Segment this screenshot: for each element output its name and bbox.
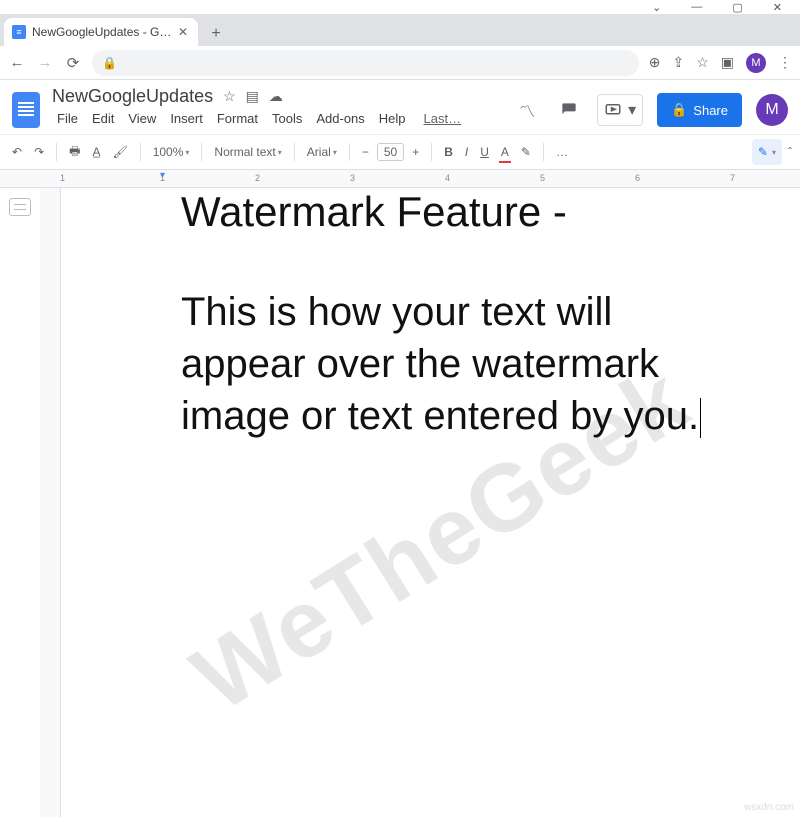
more-tools-button[interactable]: … xyxy=(552,143,572,161)
cloud-saved-icon[interactable]: ☁ xyxy=(269,88,283,105)
menu-file[interactable]: File xyxy=(52,109,83,128)
activity-icon[interactable]: 〽 xyxy=(513,96,541,124)
spellcheck-button[interactable]: A̲ xyxy=(88,143,104,161)
bold-button[interactable]: B xyxy=(440,143,457,161)
menu-insert[interactable]: Insert xyxy=(165,109,208,128)
underline-button[interactable]: U xyxy=(476,143,493,161)
share-label: Share xyxy=(693,103,728,118)
ruler-tick: 2 xyxy=(255,173,260,183)
text-color-button[interactable]: A xyxy=(497,143,513,161)
docs-header: NewGoogleUpdates ☆ ▤ ☁ File Edit View In… xyxy=(0,80,800,134)
ruler-tick: 3 xyxy=(350,173,355,183)
doc-heading[interactable]: Watermark Feature - xyxy=(181,188,720,236)
fontsize-increase[interactable]: + xyxy=(408,143,423,161)
print-button[interactable]: 🖶 xyxy=(65,140,84,165)
window-controls: ⌄ — ▢ ✕ xyxy=(0,0,800,14)
forward-button[interactable]: → xyxy=(36,54,54,71)
tab-close-icon[interactable]: ✕ xyxy=(178,25,188,39)
zoom-icon[interactable]: ⊕ xyxy=(649,54,661,71)
lock-icon: 🔒 xyxy=(671,102,687,118)
address-bar: ← → ⟳ 🔒 ⊕ ⇪ ☆ ▣ M ⋮ xyxy=(0,46,800,80)
star-icon[interactable]: ☆ xyxy=(696,54,709,71)
menu-view[interactable]: View xyxy=(123,109,161,128)
left-rail xyxy=(0,188,40,817)
maximize-icon[interactable]: ▢ xyxy=(732,1,742,14)
header-actions: 〽 ▾ 🔒 Share M xyxy=(513,86,788,134)
pencil-icon: ✎ xyxy=(758,145,768,159)
ruler-tick: 4 xyxy=(445,173,450,183)
account-avatar[interactable]: M xyxy=(756,94,788,126)
ruler-tick: 1 xyxy=(60,173,65,183)
panel-icon[interactable]: ▣ xyxy=(721,54,734,71)
document-title[interactable]: NewGoogleUpdates xyxy=(52,86,213,107)
ruler-tick: 6 xyxy=(635,173,640,183)
collapse-toolbar-icon[interactable]: ˆ xyxy=(788,145,792,159)
caret-down-icon: ▾ xyxy=(772,148,776,157)
highlight-button[interactable]: ✎ xyxy=(517,143,535,161)
menu-tools[interactable]: Tools xyxy=(267,109,307,128)
browser-tab[interactable]: ≡ NewGoogleUpdates - Google Do ✕ xyxy=(4,18,198,46)
undo-button[interactable]: ↶ xyxy=(8,143,26,161)
editing-mode-button[interactable]: ✎ ▾ xyxy=(752,139,782,165)
doc-body-text[interactable]: This is how your text will appear over t… xyxy=(181,286,720,442)
menu-addons[interactable]: Add-ons xyxy=(311,109,369,128)
document-page[interactable]: WeTheGeek Watermark Feature - This is ho… xyxy=(60,188,800,817)
addr-actions: ⊕ ⇪ ☆ ▣ M ⋮ xyxy=(649,53,792,73)
star-outline-icon[interactable]: ☆ xyxy=(223,88,236,105)
italic-button[interactable]: I xyxy=(461,143,472,161)
docs-favicon-icon: ≡ xyxy=(12,25,26,39)
comments-icon[interactable] xyxy=(555,96,583,124)
menu-format[interactable]: Format xyxy=(212,109,263,128)
ruler-tick: 1 xyxy=(160,173,165,183)
present-button[interactable]: ▾ xyxy=(597,94,643,126)
last-edit[interactable]: Last… xyxy=(419,109,467,128)
close-icon[interactable]: ✕ xyxy=(773,1,782,14)
share-button[interactable]: 🔒 Share xyxy=(657,93,742,127)
text-cursor xyxy=(700,398,701,438)
lock-icon: 🔒 xyxy=(102,56,117,70)
docs-logo-icon[interactable] xyxy=(8,86,44,134)
tab-title: NewGoogleUpdates - Google Do xyxy=(32,25,172,39)
redo-button[interactable]: ↷ xyxy=(30,143,48,161)
new-tab-button[interactable]: + xyxy=(204,22,228,46)
format-toolbar: ↶ ↷ 🖶 A̲ 🖌 100% ▾ Normal text ▾ Arial ▾ … xyxy=(0,134,800,170)
source-watermark: wsxdn.com xyxy=(744,802,794,813)
menu-help[interactable]: Help xyxy=(374,109,411,128)
editor-canvas: WeTheGeek Watermark Feature - This is ho… xyxy=(40,188,800,817)
menu-edit[interactable]: Edit xyxy=(87,109,119,128)
menu-bar: File Edit View Insert Format Tools Add-o… xyxy=(52,109,505,128)
fontsize-decrease[interactable]: − xyxy=(358,143,373,161)
outline-icon[interactable] xyxy=(9,198,31,216)
chevron-down-icon[interactable]: ⌄ xyxy=(652,1,661,14)
caret-down-icon: ▾ xyxy=(628,100,636,120)
share-page-icon[interactable]: ⇪ xyxy=(672,54,684,71)
horizontal-ruler[interactable]: 1 ▾ 1 2 3 4 5 6 7 xyxy=(0,170,800,188)
reload-button[interactable]: ⟳ xyxy=(64,54,82,72)
profile-avatar[interactable]: M xyxy=(746,53,766,73)
ruler-tick: 7 xyxy=(730,173,735,183)
ruler-tick: 5 xyxy=(540,173,545,183)
font-select[interactable]: Arial ▾ xyxy=(303,143,341,161)
zoom-select[interactable]: 100% ▾ xyxy=(149,143,194,161)
paint-format-button[interactable]: 🖌 xyxy=(108,143,131,161)
move-icon[interactable]: ▤ xyxy=(246,88,259,105)
workspace: WeTheGeek Watermark Feature - This is ho… xyxy=(0,188,800,817)
tab-strip: ≡ NewGoogleUpdates - Google Do ✕ + xyxy=(0,14,800,46)
kebab-icon[interactable]: ⋮ xyxy=(778,54,792,71)
fontsize-input[interactable]: 50 xyxy=(377,143,404,161)
back-button[interactable]: ← xyxy=(8,54,26,71)
url-field[interactable]: 🔒 xyxy=(92,50,639,76)
paragraph-style-select[interactable]: Normal text ▾ xyxy=(210,143,285,161)
minimize-icon[interactable]: — xyxy=(691,1,702,13)
